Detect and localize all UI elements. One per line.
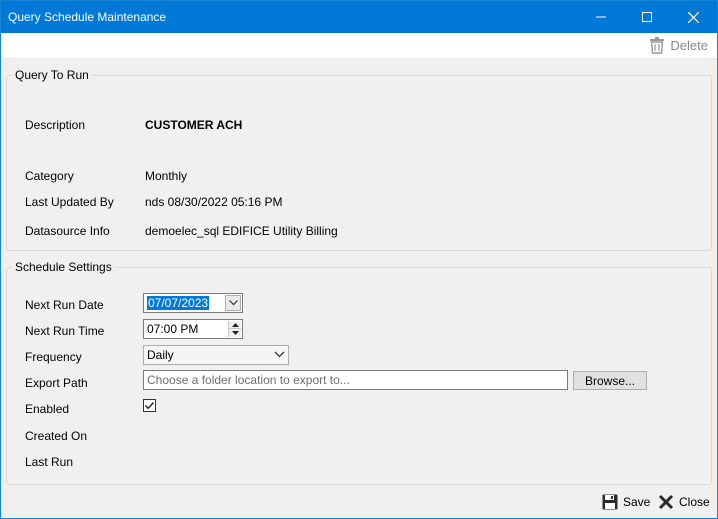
next-run-time-field[interactable]: 07:00 PM [143,319,243,339]
close-icon [687,11,699,23]
x-icon [658,494,674,510]
floppy-disk-icon [602,494,618,510]
browse-button[interactable]: Browse... [573,371,647,390]
time-spinner[interactable] [228,321,241,337]
maximize-button[interactable] [624,1,670,33]
datasource-value: demoelec_sql EDIFICE Utility Billing [145,224,338,238]
next-run-time-label: Next Run Time [25,324,105,338]
next-run-time-value: 07:00 PM [147,322,199,336]
chevron-down-icon [228,300,238,306]
save-button[interactable]: Save [602,494,650,510]
save-label: Save [623,495,651,509]
close-button[interactable]: Close [658,494,710,510]
delete-button[interactable]: Delete [649,37,708,54]
next-run-date-label: Next Run Date [25,298,104,312]
created-on-label: Created On [25,429,88,443]
next-run-date-value: 07/07/2023 [147,296,210,310]
delete-label: Delete [670,38,708,53]
window-close-button[interactable] [670,1,716,33]
frequency-label: Frequency [25,350,82,364]
spin-up-button[interactable] [229,321,241,329]
window-title: Query Schedule Maintenance [8,10,167,24]
schedule-settings-legend: Schedule Settings [12,260,115,274]
last-updated-label: Last Updated By [25,195,114,209]
category-label: Category [25,169,74,183]
date-dropdown-button[interactable] [225,295,241,311]
chevron-down-icon [274,351,285,358]
trash-icon [650,37,665,54]
query-to-run-legend: Query To Run [12,68,92,82]
spin-down-button[interactable] [229,329,241,337]
export-path-input[interactable]: Choose a folder location to export to... [143,370,568,390]
caret-up-icon [231,322,239,327]
checkmark-icon [144,402,155,410]
toolbar: Delete [1,33,717,59]
close-label: Close [679,495,710,509]
datasource-label: Datasource Info [25,224,110,238]
description-label: Description [25,118,86,132]
frequency-select[interactable]: Daily [143,345,289,365]
title-bar: Query Schedule Maintenance [1,1,717,33]
caret-down-icon [231,331,239,335]
description-value: CUSTOMER ACH [145,118,243,132]
minimize-button[interactable] [578,1,624,33]
last-updated-value: nds 08/30/2022 05:16 PM [145,195,283,209]
export-path-placeholder: Choose a folder location to export to... [147,373,350,387]
minimize-icon [596,16,606,18]
export-path-label: Export Path [25,376,88,390]
last-run-label: Last Run [25,455,74,469]
query-schedule-window: Query Schedule Maintenance Delete Query … [0,0,718,519]
query-to-run-group: Query To Run [6,68,712,251]
enabled-checkbox[interactable] [143,399,156,412]
enabled-label: Enabled [25,402,70,416]
maximize-icon [642,12,652,22]
frequency-value: Daily [147,348,174,362]
next-run-date-picker[interactable]: 07/07/2023 [143,293,243,313]
category-value: Monthly [145,169,188,183]
